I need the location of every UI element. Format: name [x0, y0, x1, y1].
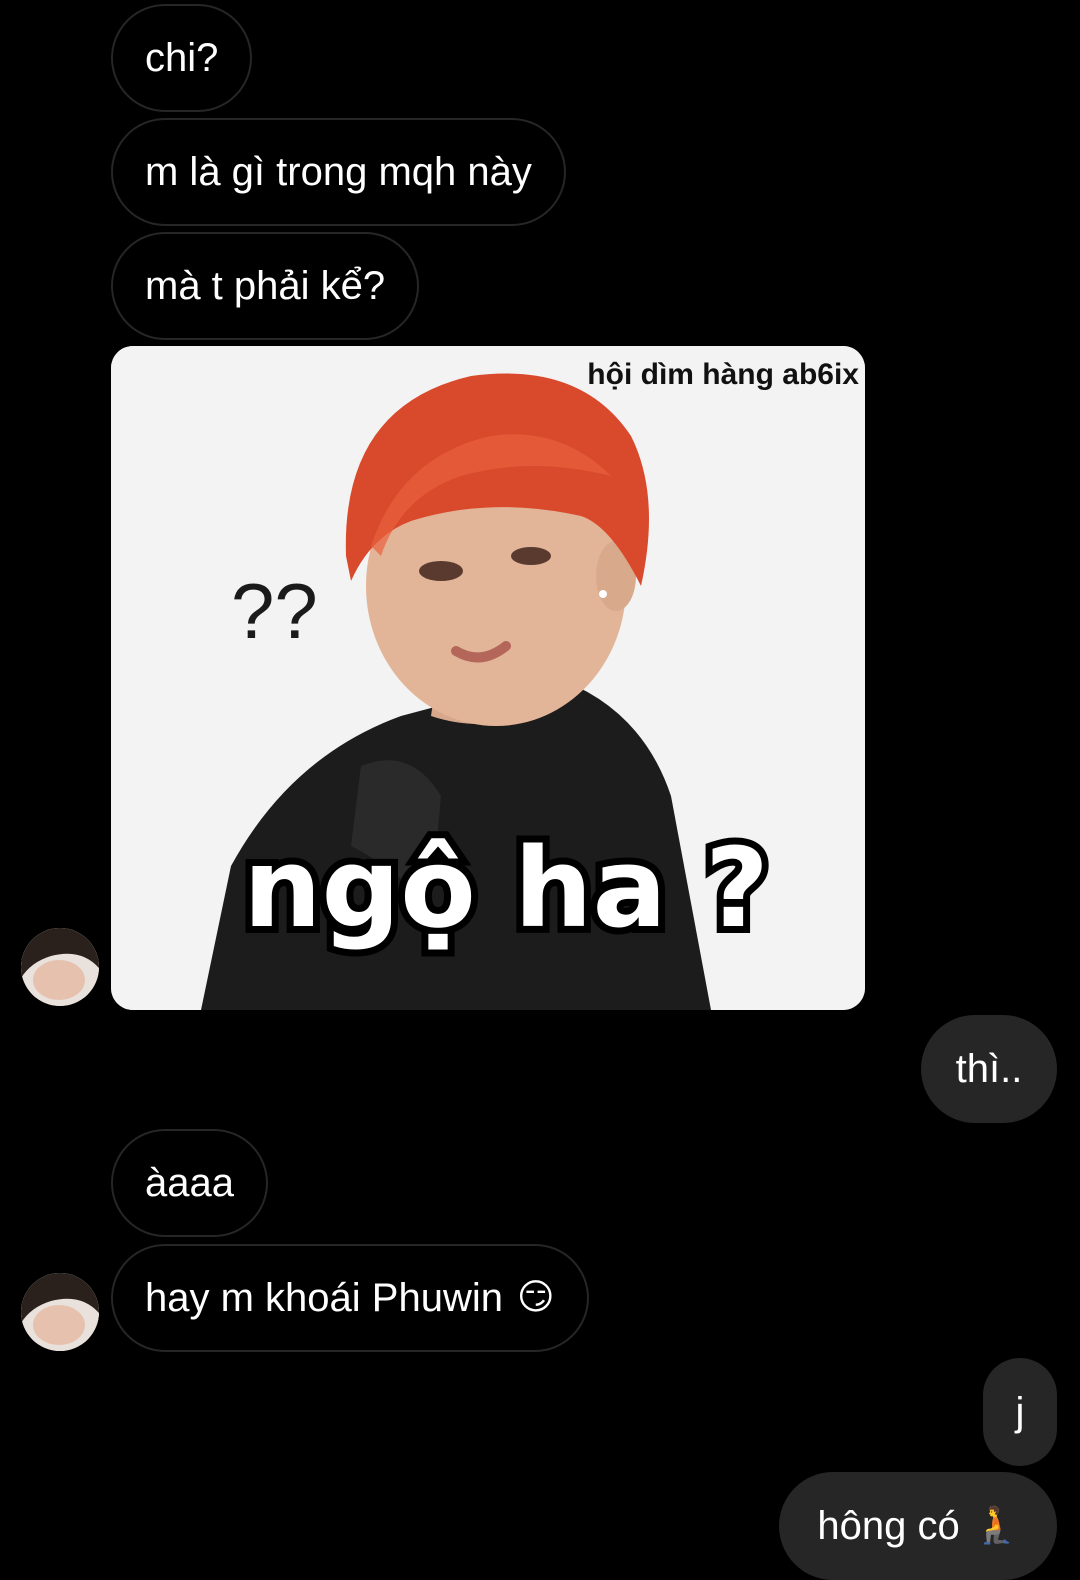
- message-text: chi?: [145, 36, 219, 80]
- sticker-watermark: hội dìm hàng ab6ix: [587, 358, 859, 391]
- outgoing-message[interactable]: j: [983, 1358, 1057, 1466]
- sticker-image[interactable]: ?? hội dìm hàng ab6ix ngộ ha ?: [111, 346, 865, 1010]
- incoming-message[interactable]: m là gì trong mqh này: [111, 118, 566, 226]
- avatar[interactable]: [21, 928, 99, 1006]
- smirk-emoji-icon: 😏: [516, 1277, 555, 1318]
- sticker-caption: ngộ ha ?: [243, 824, 769, 952]
- incoming-message[interactable]: àaaa: [111, 1129, 268, 1237]
- avatar-image: [21, 928, 99, 1006]
- message-text: m là gì trong mqh này: [145, 150, 532, 194]
- sticker-illustration: ?? hội dìm hàng ab6ix ngộ ha ?: [111, 346, 865, 1010]
- message-text: mà t phải kể?: [145, 264, 386, 308]
- avatar[interactable]: [21, 1273, 99, 1351]
- kneeling-person-emoji-icon: 🧎: [973, 1505, 1019, 1546]
- message-text: hay m khoái Phuwin: [145, 1276, 503, 1320]
- avatar-image: [21, 1273, 99, 1351]
- message-text: thì..: [955, 1047, 1023, 1091]
- outgoing-message[interactable]: hông có 🧎: [779, 1472, 1057, 1580]
- message-text: j: [1015, 1390, 1025, 1434]
- incoming-message[interactable]: hay m khoái Phuwin 😏: [111, 1244, 589, 1352]
- message-text: hông có: [817, 1504, 960, 1548]
- incoming-message[interactable]: mà t phải kể?: [111, 232, 420, 340]
- incoming-message[interactable]: chi?: [111, 4, 253, 112]
- sticker-question-marks: ??: [231, 567, 318, 655]
- outgoing-message[interactable]: thì..: [921, 1015, 1057, 1123]
- message-text: àaaa: [145, 1161, 234, 1205]
